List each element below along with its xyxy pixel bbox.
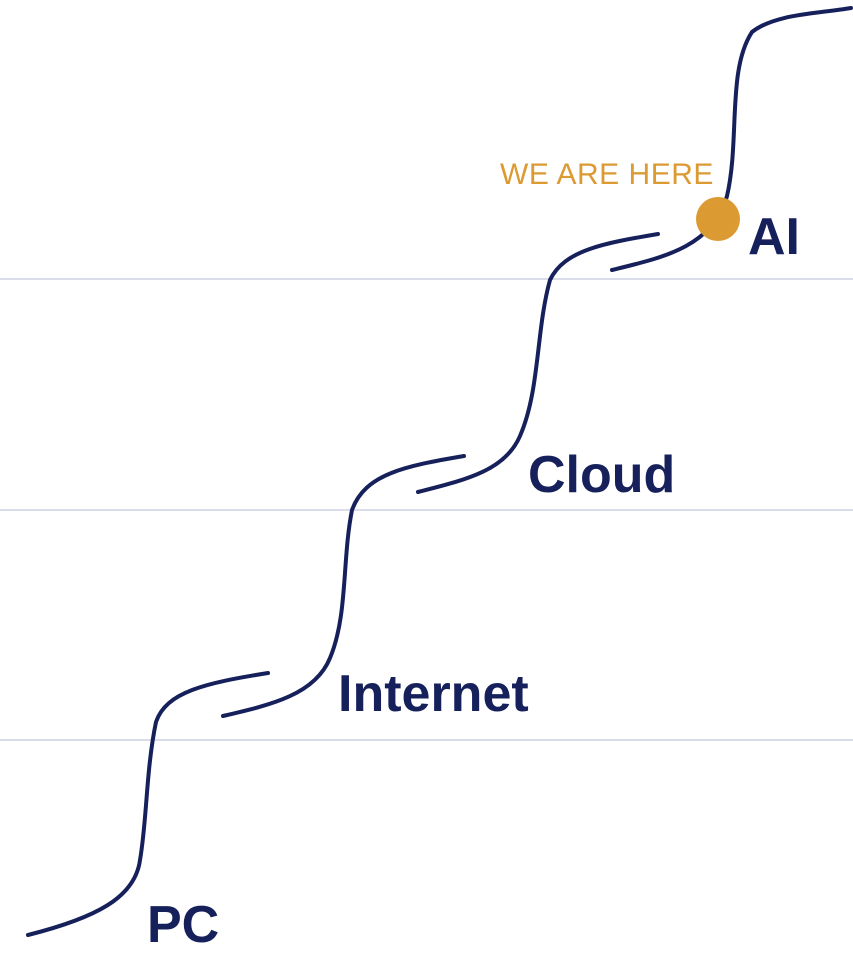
stage-label-cloud: Cloud — [528, 446, 676, 504]
current-position-label: WE ARE HERE — [500, 158, 714, 191]
current-position-dot — [696, 197, 740, 241]
stage-label-ai: AI — [748, 208, 800, 266]
adoption-curve-diagram — [0, 6, 853, 937]
stage-label-internet: Internet — [338, 665, 529, 723]
stage-label-pc: PC — [147, 896, 220, 954]
